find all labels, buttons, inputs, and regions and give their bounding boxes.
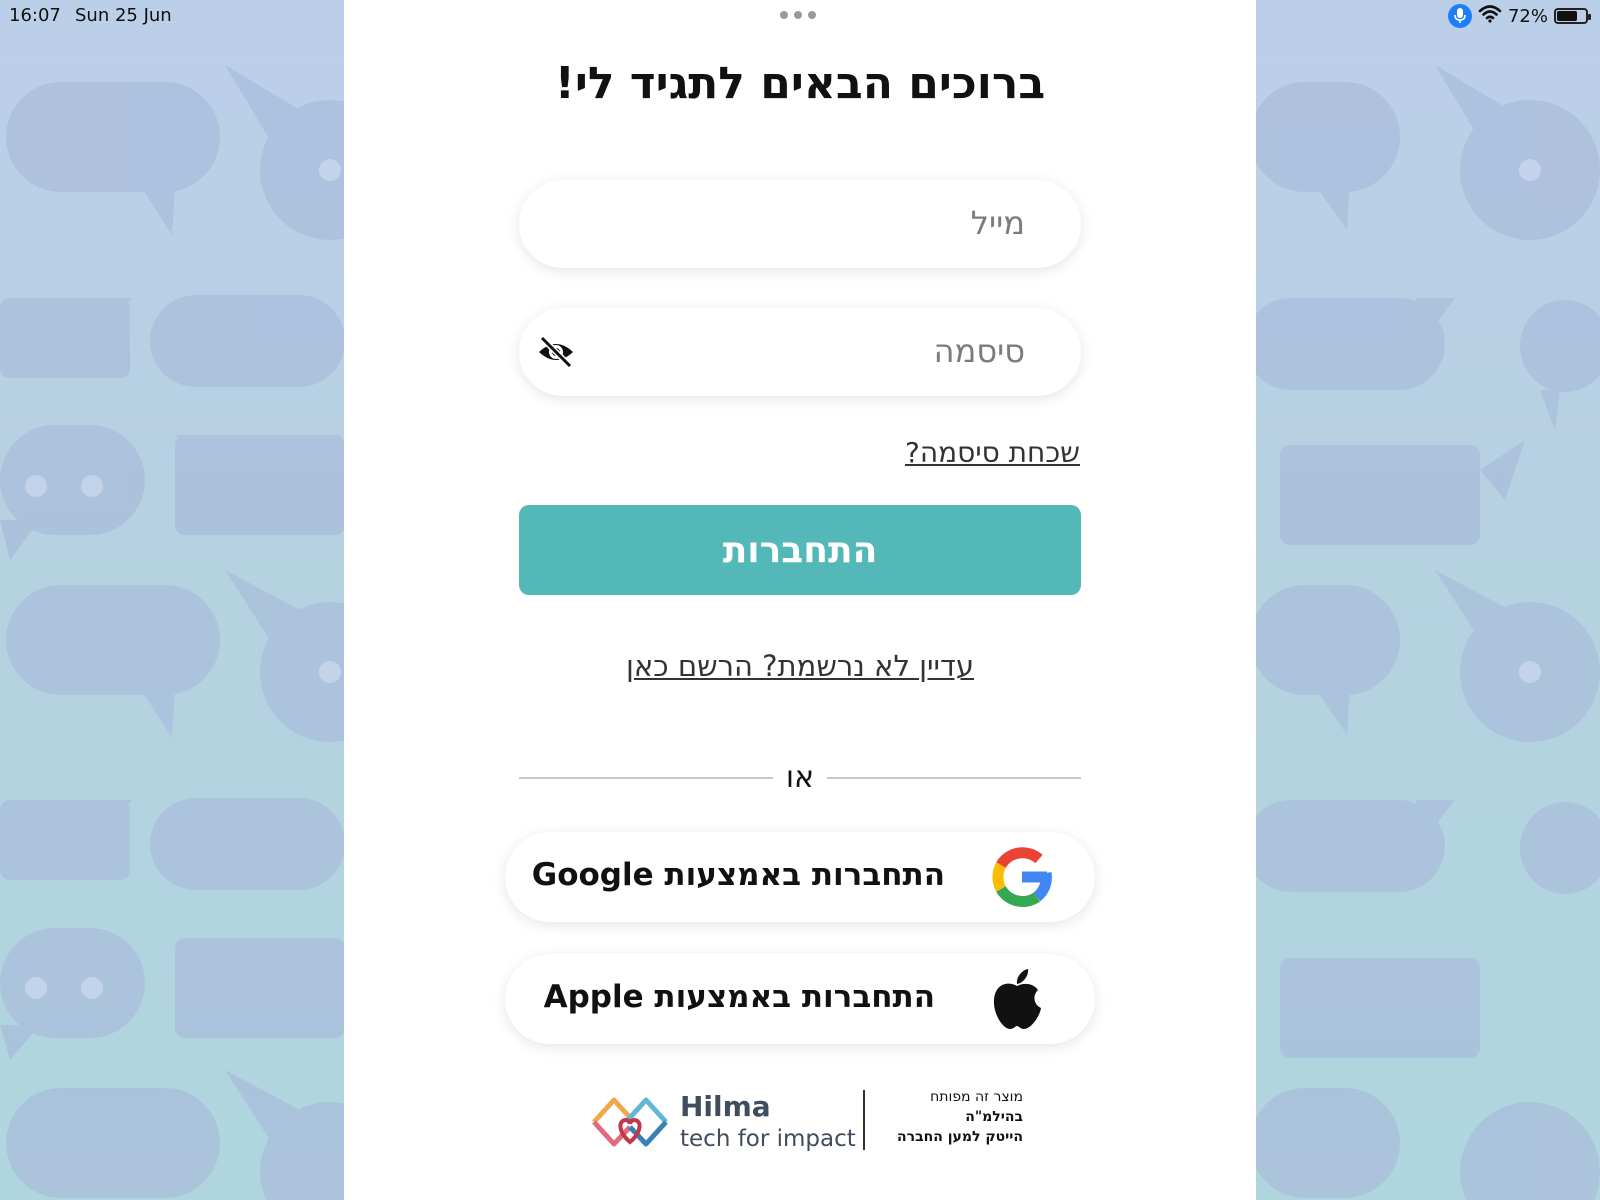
footer-text-line1: מוצר זה מפותח — [930, 1089, 1023, 1105]
battery-level — [1557, 11, 1578, 21]
hilma-logo-icon — [588, 1090, 672, 1154]
login-button[interactable]: התחברות — [519, 505, 1081, 595]
mic-icon — [1447, 4, 1472, 28]
multitasking-handle[interactable] — [780, 11, 816, 19]
password-field[interactable]: סיסמה — [519, 308, 1081, 396]
footer-text-line2: בהילמ"ה — [965, 1109, 1023, 1125]
google-login-button[interactable]: התחברות באמצעות Google — [505, 832, 1095, 922]
divider-line-right — [827, 777, 1081, 779]
divider-line-left — [519, 777, 773, 779]
email-field[interactable]: מייל — [519, 180, 1081, 268]
email-placeholder: מייל — [970, 204, 1025, 242]
footer: Hilma tech for impact מוצר זה מפותח בהיל… — [588, 1087, 1028, 1154]
register-link[interactable]: עדיין לא נרשמת? הרשם כאן — [519, 649, 1081, 683]
battery-percent: 72% — [1507, 5, 1548, 27]
google-button-label: התחברות באמצעות Google — [531, 857, 945, 893]
divider-or-text: או — [785, 760, 815, 795]
status-indicators: 72% — [1447, 4, 1591, 28]
forgot-password-link[interactable]: שכחת סיסמה? — [880, 436, 1080, 469]
hilma-brand-name: Hilma — [680, 1090, 771, 1123]
page-title: ברוכים הבאים לתגיד לי! — [554, 58, 1046, 109]
battery-icon — [1554, 8, 1591, 24]
eye-slash-icon[interactable] — [537, 334, 575, 370]
footer-text-line3: הייטק למען החברה — [897, 1129, 1023, 1145]
background-pattern-right — [1255, 0, 1600, 1200]
google-icon — [989, 844, 1055, 910]
hilma-tagline: tech for impact — [680, 1126, 856, 1152]
status-date: Sun 25 Jun — [75, 5, 172, 26]
apple-login-button[interactable]: התחברות באמצעות Apple — [505, 954, 1095, 1044]
wifi-icon — [1478, 4, 1502, 28]
footer-divider — [863, 1090, 865, 1150]
status-time: 16:07 — [9, 5, 61, 26]
apple-button-label: התחברות באמצעות Apple — [543, 979, 935, 1015]
background-pattern-left — [0, 0, 345, 1200]
apple-icon — [991, 968, 1043, 1030]
footer-credit: מוצר זה מפותח בהילמ"ה הייטק למען החברה — [873, 1087, 1023, 1147]
password-placeholder: סיסמה — [933, 332, 1025, 370]
